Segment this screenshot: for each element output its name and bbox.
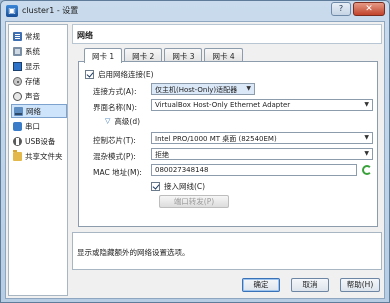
chevron-down-icon: ▼ — [246, 85, 251, 92]
sidebar-item-usb[interactable]: USB设备 — [11, 134, 67, 148]
adapter-settings: 启用网络连接(E) 连接方式(A): 仅主机(Host-Only)适配器 ▼ 界… — [78, 61, 378, 227]
sidebar-item-general[interactable]: 常规 — [11, 29, 67, 43]
expand-triangle-icon: ▽ — [105, 117, 111, 125]
cable-connected-checkbox[interactable] — [151, 181, 160, 191]
info-pane: 显示或隐藏额外的网络设置选项。 — [72, 232, 382, 270]
adapter-tabs: 网卡 1 网卡 2 网卡 3 网卡 4 — [84, 48, 245, 63]
close-button[interactable]: ✕ — [353, 2, 385, 16]
sidebar-item-label: 声音 — [25, 91, 40, 101]
cable-connected-row[interactable]: 接入网线(C) — [151, 180, 205, 192]
virtualbox-app-icon: ▣ — [6, 5, 18, 17]
general-icon — [13, 31, 22, 41]
sidebar-item-label: USB设备 — [25, 136, 56, 146]
network-panel: 网络 网卡 1 网卡 2 网卡 3 网卡 4 启用网络连接(E) 连接方式(A)… — [72, 24, 382, 230]
sidebar-item-display[interactable]: 显示 — [11, 59, 67, 73]
sidebar-item-label: 系统 — [25, 46, 40, 56]
promiscuous-mode-label: 混杂模式(P): — [93, 152, 136, 161]
mac-address-label: MAC 地址(M): — [93, 168, 142, 177]
tab-adapter-4[interactable]: 网卡 4 — [204, 48, 243, 62]
sidebar-item-label: 网络 — [26, 106, 41, 116]
settings-window: ▣ cluster1 - 设置 ? ✕ 常规 系统 显示 存储 声音 网络 串口… — [0, 0, 390, 303]
chevron-down-icon: ▼ — [364, 134, 369, 141]
settings-sidebar: 常规 系统 显示 存储 声音 网络 串口 USB设备 共享文件夹 — [8, 24, 68, 296]
tab-adapter-3[interactable]: 网卡 3 — [164, 48, 203, 62]
tab-adapter-1[interactable]: 网卡 1 — [84, 48, 123, 63]
sidebar-item-label: 串口 — [25, 121, 40, 131]
cable-connected-label: 接入网线(C) — [164, 181, 206, 191]
cancel-button[interactable]: 取消 — [291, 278, 329, 292]
sidebar-item-label: 显示 — [25, 61, 40, 71]
network-icon — [14, 106, 23, 116]
system-icon — [13, 46, 22, 56]
adapter-chip-select[interactable]: Intel PRO/1000 MT 桌面 (82540EM) ▼ — [151, 132, 373, 144]
sidebar-item-system[interactable]: 系统 — [11, 44, 67, 58]
sidebar-item-shared-folders[interactable]: 共享文件夹 — [11, 149, 67, 163]
dialog-client-area: 常规 系统 显示 存储 声音 网络 串口 USB设备 共享文件夹 网络 网卡 1… — [5, 21, 385, 299]
serial-icon — [13, 121, 22, 131]
attach-mode-value: 仅主机(Host-Only)适配器 — [155, 86, 238, 94]
title-bar: ▣ cluster1 - 设置 ? ✕ — [1, 1, 389, 21]
sidebar-item-label: 存储 — [25, 76, 40, 86]
advanced-toggle[interactable]: ▽ 高级(d) — [105, 115, 140, 127]
audio-icon — [13, 91, 22, 101]
advanced-label: 高级(d) — [114, 116, 141, 126]
storage-icon — [13, 76, 22, 86]
interface-name-select[interactable]: VirtualBox Host-Only Ethernet Adapter ▼ — [151, 99, 373, 111]
sidebar-item-audio[interactable]: 声音 — [11, 89, 67, 103]
sidebar-item-network[interactable]: 网络 — [11, 104, 67, 118]
sidebar-item-label: 共享文件夹 — [25, 151, 63, 161]
usb-icon — [13, 136, 22, 146]
ok-button[interactable]: 确定 — [242, 278, 280, 292]
mac-address-input[interactable]: 080027348148 — [151, 164, 357, 176]
adapter-chip-label: 控制芯片(T): — [93, 136, 136, 145]
sidebar-item-label: 常规 — [25, 31, 40, 41]
attach-mode-label: 连接方式(A): — [93, 87, 137, 96]
enable-adapter-row[interactable]: 启用网络连接(E) — [85, 68, 154, 80]
chevron-down-icon: ▼ — [364, 150, 369, 157]
chevron-down-icon: ▼ — [364, 101, 369, 108]
sidebar-item-serial[interactable]: 串口 — [11, 119, 67, 133]
adapter-chip-value: Intel PRO/1000 MT 桌面 (82540EM) — [155, 135, 277, 143]
interface-name-label: 界面名称(N): — [93, 103, 137, 112]
page-title: 网络 — [72, 24, 382, 44]
title-help-button[interactable]: ? — [331, 2, 351, 16]
sidebar-item-storage[interactable]: 存储 — [11, 74, 67, 88]
attach-mode-select[interactable]: 仅主机(Host-Only)适配器 ▼ — [151, 83, 255, 95]
port-forwarding-button[interactable]: 端口转发(P) — [159, 195, 229, 208]
help-button[interactable]: 帮助(H) — [340, 278, 380, 292]
tab-adapter-2[interactable]: 网卡 2 — [124, 48, 163, 62]
enable-adapter-checkbox[interactable] — [85, 69, 94, 79]
interface-name-value: VirtualBox Host-Only Ethernet Adapter — [155, 101, 291, 109]
shared-folder-icon — [13, 149, 22, 161]
promiscuous-mode-value: 拒绝 — [155, 151, 169, 159]
info-text: 显示或隐藏额外的网络设置选项。 — [77, 248, 190, 257]
display-icon — [13, 61, 22, 71]
enable-adapter-label: 启用网络连接(E) — [98, 69, 154, 79]
refresh-mac-icon[interactable] — [362, 165, 372, 175]
promiscuous-mode-select[interactable]: 拒绝 ▼ — [151, 148, 373, 160]
window-title: cluster1 - 设置 — [22, 6, 79, 15]
